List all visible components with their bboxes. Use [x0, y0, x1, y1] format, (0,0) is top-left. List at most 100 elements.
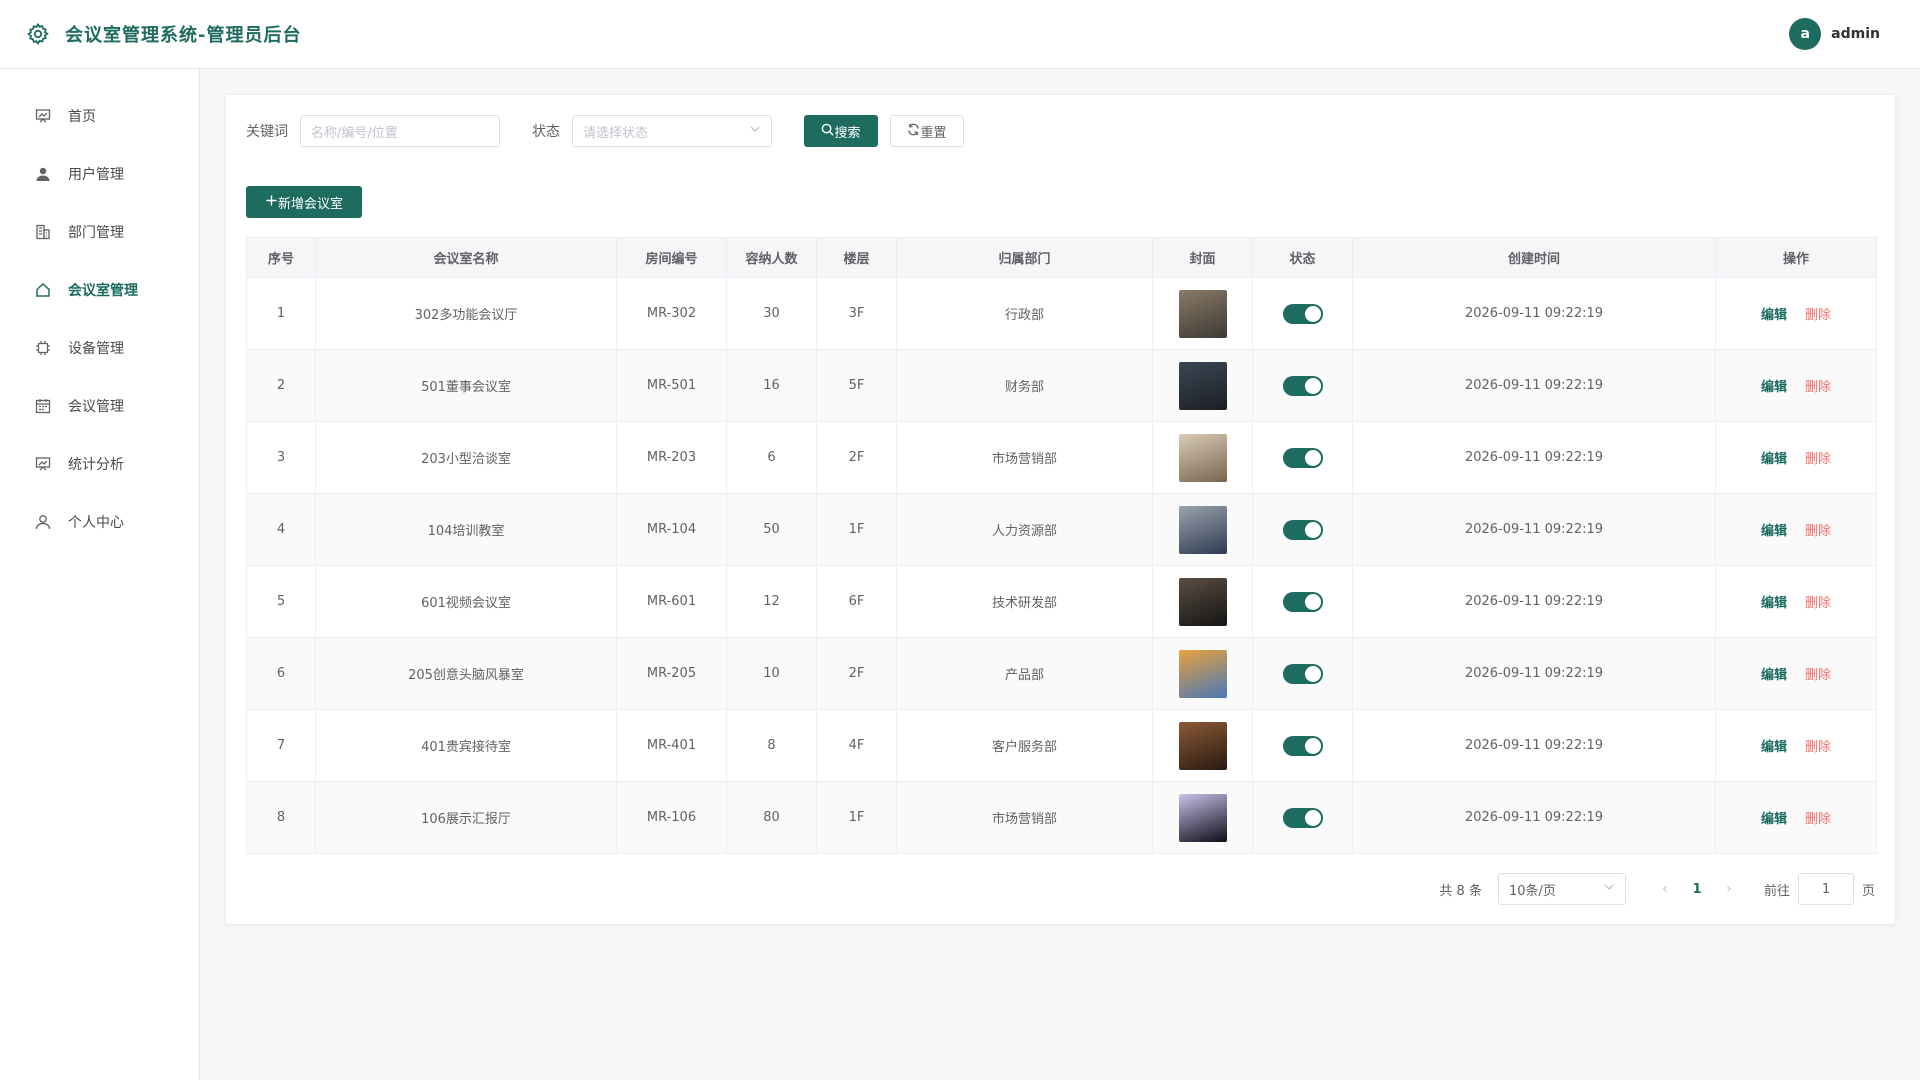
cell-floor: 5F	[816, 349, 897, 422]
cover-image[interactable]	[1178, 721, 1227, 770]
user-outline-icon	[34, 513, 52, 531]
page-suffix: 页	[1861, 883, 1875, 899]
add-button-label: 新增会议室	[277, 196, 343, 212]
gear-icon	[25, 21, 51, 47]
keyword-label: 关键词	[246, 124, 288, 140]
goto-page-value: 1	[1821, 881, 1831, 897]
status-label: 状态	[532, 124, 560, 140]
cell-capacity: 80	[726, 781, 817, 854]
sidebar-item-users[interactable]: 用户管理	[0, 145, 199, 203]
delete-button[interactable]: 删除	[1805, 596, 1831, 611]
user-name[interactable]: admin	[1831, 26, 1880, 42]
cell-status	[1252, 565, 1353, 638]
avatar[interactable]: a	[1789, 18, 1822, 50]
status-placeholder: 请选择状态	[583, 125, 649, 141]
sidebar-item-devices[interactable]: 设备管理	[0, 319, 199, 377]
table-row: 7 401贵宾接待室 MR-401 8 4F 客户服务部 2026-09-11 09:22:…	[246, 709, 1877, 782]
delete-button[interactable]: 删除	[1805, 812, 1831, 827]
edit-button[interactable]: 编辑	[1761, 524, 1787, 539]
delete-button[interactable]: 删除	[1805, 380, 1831, 395]
delete-button[interactable]: 删除	[1805, 524, 1831, 539]
delete-button[interactable]: 删除	[1805, 668, 1831, 683]
delete-button[interactable]: 删除	[1805, 452, 1831, 467]
status-toggle[interactable]	[1282, 735, 1323, 756]
cell-actions: 编辑 删除	[1715, 565, 1877, 638]
status-toggle[interactable]	[1282, 303, 1323, 324]
keyword-input[interactable]: 名称/编号/位置	[300, 115, 500, 147]
chart-board-icon	[34, 455, 52, 473]
table-row: 8 106展示汇报厅 MR-106 80 1F 市场营销部 2026-09-11 09:22…	[246, 781, 1877, 854]
cell-capacity: 30	[726, 277, 817, 350]
table-header-row: 序号 会议室名称 房间编号 容纳人数 楼层 归属部门 封面 状态 创建时间 操作	[246, 237, 1877, 278]
sidebar-item-departments[interactable]: 部门管理	[0, 203, 199, 261]
cell-cover	[1152, 709, 1253, 782]
status-toggle[interactable]	[1282, 807, 1323, 828]
sidebar-item-label: 会议室管理	[68, 283, 138, 299]
cell-cover	[1152, 781, 1253, 854]
reset-button[interactable]: 重置	[890, 115, 964, 147]
page-number-current[interactable]: 1	[1680, 882, 1714, 897]
edit-button[interactable]: 编辑	[1761, 452, 1787, 467]
cover-image[interactable]	[1178, 361, 1227, 410]
cell-index: 3	[246, 421, 316, 494]
column-header-created: 创建时间	[1352, 237, 1716, 278]
cover-image[interactable]	[1178, 793, 1227, 842]
cell-code: MR-205	[616, 637, 727, 710]
table-row: 3 203小型洽谈室 MR-203 6 2F 市场营销部 2026-09-11 09:22:…	[246, 421, 1877, 494]
cover-image[interactable]	[1178, 649, 1227, 698]
edit-button[interactable]: 编辑	[1761, 380, 1787, 395]
cell-capacity: 10	[726, 637, 817, 710]
column-header-floor: 楼层	[816, 237, 897, 278]
sidebar-item-meeting-rooms[interactable]: 会议室管理	[0, 261, 199, 319]
cell-created: 2026-09-11 09:22:19	[1352, 493, 1716, 566]
delete-button[interactable]: 删除	[1805, 740, 1831, 755]
cell-code: MR-106	[616, 781, 727, 854]
cover-image[interactable]	[1178, 577, 1227, 626]
cover-image[interactable]	[1178, 505, 1227, 554]
table-row: 2 501董事会议室 MR-501 16 5F 财务部 2026-09-11 09:22:1…	[246, 349, 1877, 422]
status-toggle[interactable]	[1282, 519, 1323, 540]
edit-button[interactable]: 编辑	[1761, 740, 1787, 755]
user-icon	[34, 165, 52, 183]
cover-image[interactable]	[1178, 289, 1227, 338]
chevron-down-icon	[749, 123, 761, 139]
chevron-right-icon[interactable]: ›	[1714, 881, 1744, 897]
column-header-code: 房间编号	[616, 237, 727, 278]
sidebar-item-meetings[interactable]: 会议管理	[0, 377, 199, 435]
cell-floor: 2F	[816, 421, 897, 494]
edit-button[interactable]: 编辑	[1761, 668, 1787, 683]
edit-button[interactable]: 编辑	[1761, 308, 1787, 323]
cell-cover	[1152, 349, 1253, 422]
cover-image[interactable]	[1178, 433, 1227, 482]
edit-button[interactable]: 编辑	[1761, 812, 1787, 827]
sidebar-item-profile[interactable]: 个人中心	[0, 493, 199, 551]
cell-capacity: 16	[726, 349, 817, 422]
cell-floor: 2F	[816, 637, 897, 710]
goto-page-input[interactable]: 1	[1797, 873, 1854, 905]
cell-floor: 6F	[816, 565, 897, 638]
edit-button[interactable]: 编辑	[1761, 596, 1787, 611]
cpu-icon	[34, 339, 52, 357]
page-size-select[interactable]: 10条/页	[1497, 873, 1626, 905]
status-toggle[interactable]	[1282, 375, 1323, 396]
cell-floor: 3F	[816, 277, 897, 350]
cell-index: 6	[246, 637, 316, 710]
sidebar-item-home[interactable]: 首页	[0, 87, 199, 145]
status-toggle[interactable]	[1282, 591, 1323, 612]
add-meeting-room-button[interactable]: 新增会议室	[246, 186, 362, 218]
status-toggle[interactable]	[1282, 447, 1323, 468]
sidebar-item-statistics[interactable]: 统计分析	[0, 435, 199, 493]
status-select[interactable]: 请选择状态	[572, 115, 772, 147]
status-toggle[interactable]	[1282, 663, 1323, 684]
search-button[interactable]: 搜索	[804, 115, 878, 147]
delete-button[interactable]: 删除	[1805, 308, 1831, 323]
cell-department: 人力资源部	[896, 493, 1153, 566]
sidebar: 首页 用户管理 部门管理 会议室管理 设备管理 会议管理 统计分析 个人中心	[0, 69, 200, 1080]
goto-label: 前往	[1763, 883, 1790, 899]
chart-board-icon	[34, 107, 52, 125]
cell-name: 302多功能会议厅	[315, 277, 617, 350]
chevron-left-icon[interactable]: ‹	[1650, 881, 1680, 897]
sidebar-item-label: 设备管理	[68, 341, 124, 357]
user-menu[interactable]: a admin	[1789, 18, 1880, 50]
column-header-name: 会议室名称	[315, 237, 617, 278]
